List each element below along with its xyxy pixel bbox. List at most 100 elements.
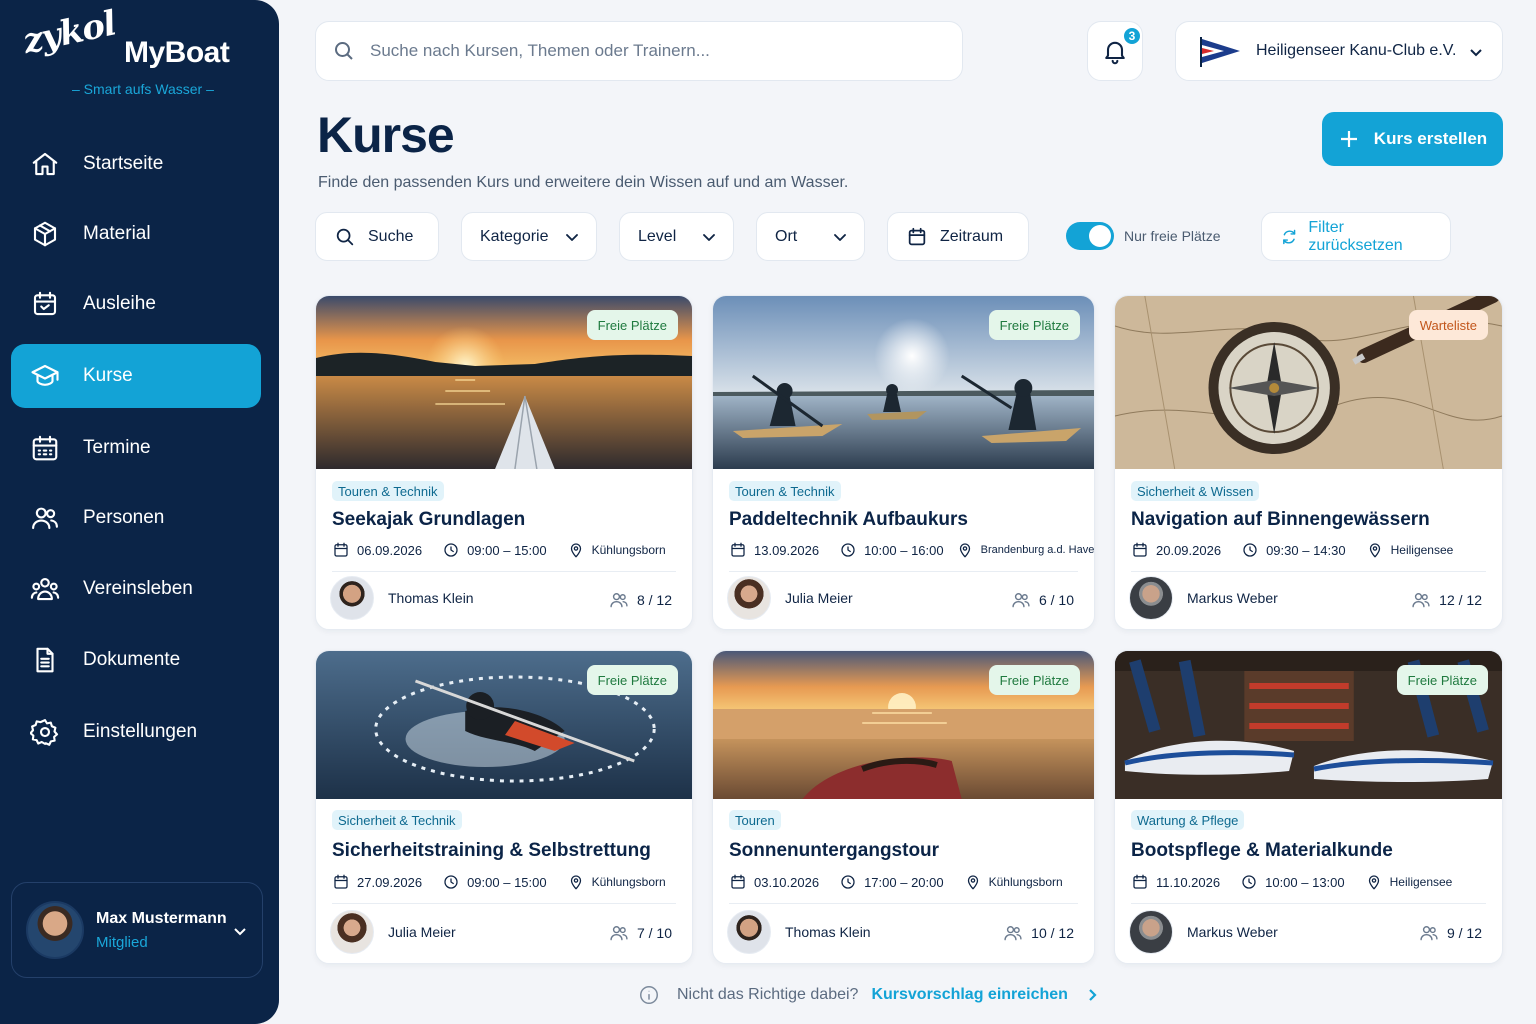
- clock-icon: [444, 875, 458, 889]
- seats: 7 / 10: [609, 923, 672, 943]
- course-title: Sonnenuntergangstour: [729, 840, 940, 861]
- app-logo[interactable]: zykol MyBoat – Smart aufs Wasser –: [20, 3, 256, 102]
- sidebar-item-label: Termine: [83, 437, 151, 458]
- divider: [1131, 903, 1486, 904]
- course-time: 10:00 – 16:00: [839, 541, 944, 559]
- calendar-icon: [731, 542, 745, 557]
- only-free-toggle[interactable]: [1066, 222, 1114, 250]
- course-time: 17:00 – 20:00: [839, 873, 944, 891]
- category-tag: Sicherheit & Technik: [332, 810, 462, 830]
- course-card[interactable]: Freie Plätze Touren & Technik Seekajak G…: [315, 295, 693, 630]
- suggest-course-link[interactable]: Kursvorschlag einreichen: [871, 986, 1068, 1004]
- chevron-right-icon[interactable]: [1084, 987, 1100, 1003]
- course-card[interactable]: Freie Plätze Touren Sonnenuntergangstour…: [712, 650, 1095, 964]
- course-image: Warteliste: [1115, 296, 1502, 469]
- status-badge: Freie Plätze: [586, 665, 678, 695]
- course-location-value: Kühlungsborn: [591, 543, 666, 557]
- sidebar: zykol MyBoat – Smart aufs Wasser – Start…: [0, 0, 279, 1024]
- location-pin-icon: [1369, 543, 1380, 558]
- course-card[interactable]: Freie Plätze Touren & Technik Paddeltech…: [712, 295, 1095, 630]
- users-icon: [1004, 926, 1022, 941]
- divider: [1131, 571, 1486, 572]
- filter-level[interactable]: Level: [619, 212, 734, 261]
- trainer: Julia Meier: [330, 910, 456, 954]
- users-icon: [29, 502, 61, 534]
- course-date-value: 03.10.2026: [754, 874, 820, 890]
- course-meta: 20.09.2026 09:30 – 14:30 Heiligensee: [1131, 541, 1473, 559]
- seats: 10 / 12: [1003, 923, 1074, 943]
- sidebar-item-material[interactable]: Material: [11, 202, 261, 266]
- category-tag: Wartung & Pflege: [1131, 810, 1245, 830]
- sidebar-item-personen[interactable]: Personen: [11, 486, 261, 550]
- home-icon: [29, 148, 61, 180]
- filter-search[interactable]: Suche: [315, 212, 439, 261]
- users-icon: [610, 926, 628, 941]
- filter-category-label: Kategorie: [480, 227, 549, 245]
- logo-script: zykol: [19, 3, 120, 62]
- sidebar-item-label: Ausleihe: [83, 293, 156, 314]
- trainer-name: Thomas Klein: [388, 590, 474, 606]
- reset-filters-button[interactable]: Filter zurücksetzen: [1261, 212, 1451, 261]
- sidebar-item-vereinsleben[interactable]: Vereinsleben: [11, 557, 261, 621]
- avatar: [26, 901, 84, 959]
- create-course-label: Kurs erstellen: [1373, 129, 1488, 148]
- course-meta: 06.09.2026 09:00 – 15:00 Kühlungsborn: [332, 541, 686, 559]
- course-card[interactable]: Freie Plätze Wartung & Pflege Bootspfleg…: [1114, 650, 1503, 964]
- chevron-down-icon: [232, 923, 248, 944]
- category-tag: Touren: [729, 810, 781, 830]
- filter-category[interactable]: Kategorie: [461, 212, 597, 261]
- info-icon: [640, 986, 658, 1004]
- sidebar-item-kurse[interactable]: Kurse: [11, 344, 261, 408]
- course-location: Heiligensee: [1365, 873, 1453, 891]
- chevron-down-icon: [1468, 44, 1484, 65]
- course-location: Kühlungsborn: [567, 873, 666, 891]
- seats-value: 9 / 12: [1446, 925, 1482, 941]
- sidebar-item-label: Dokumente: [83, 649, 181, 670]
- sidebar-item-label: Personen: [83, 507, 165, 528]
- chevron-down-icon: [703, 234, 715, 241]
- course-time-value: 17:00 – 20:00: [864, 874, 944, 890]
- trainer: Markus Weber: [1129, 910, 1278, 954]
- course-time-value: 09:30 – 14:30: [1266, 542, 1346, 558]
- only-free-filter: Nur freie Plätze: [1066, 222, 1220, 250]
- location-pin-icon: [570, 875, 581, 890]
- sidebar-item-dokumente[interactable]: Dokumente: [11, 628, 261, 692]
- notifications-button[interactable]: 3: [1087, 21, 1143, 81]
- sidebar-item-startseite[interactable]: Startseite: [11, 132, 261, 196]
- category-tag: Touren & Technik: [332, 481, 444, 501]
- course-location-value: Brandenburg a.d. Havel: [980, 544, 1095, 556]
- sidebar-item-ausleihe[interactable]: Ausleihe: [11, 272, 261, 336]
- filter-location[interactable]: Ort: [756, 212, 865, 261]
- course-card[interactable]: Freie Plätze Sicherheit & Technik Sicher…: [315, 650, 693, 964]
- club-name: Heiligenseer Kanu-Club e.V.: [1256, 42, 1457, 59]
- club-selector[interactable]: Heiligenseer Kanu-Club e.V.: [1175, 21, 1503, 81]
- user-menu[interactable]: Max Mustermann Mitglied: [11, 882, 263, 978]
- course-time: 10:00 – 13:00: [1240, 873, 1345, 891]
- course-meta: 03.10.2026 17:00 – 20:00 Kühlungsborn: [729, 873, 1083, 891]
- trainer-name: Julia Meier: [388, 924, 456, 940]
- course-meta: 13.09.2026 10:00 – 16:00 Brandenburg a.d…: [729, 541, 1095, 559]
- category-tag: Sicherheit & Wissen: [1131, 481, 1260, 501]
- avatar: [330, 910, 374, 954]
- course-time: 09:00 – 15:00: [442, 541, 547, 559]
- sidebar-item-einstellungen[interactable]: Einstellungen: [11, 700, 261, 764]
- divider: [729, 571, 1078, 572]
- course-date: 11.10.2026: [1131, 873, 1220, 891]
- course-time-value: 09:00 – 15:00: [467, 874, 547, 890]
- clock-icon: [1242, 875, 1256, 889]
- users-icon: [1420, 926, 1438, 941]
- course-time: 09:30 – 14:30: [1241, 541, 1346, 559]
- users-icon: [1412, 593, 1430, 608]
- create-course-button[interactable]: Kurs erstellen: [1322, 112, 1503, 166]
- avatar: [330, 576, 374, 620]
- calendar-icon: [908, 227, 926, 245]
- sidebar-item-termine[interactable]: Termine: [11, 416, 261, 480]
- search-input[interactable]: [370, 41, 930, 61]
- course-location-value: Heiligensee: [1389, 875, 1453, 889]
- course-card[interactable]: Warteliste Sicherheit & Wissen Navigatio…: [1114, 295, 1503, 630]
- avatar: [727, 910, 771, 954]
- course-date-value: 13.09.2026: [754, 542, 820, 558]
- filter-period[interactable]: Zeitraum: [887, 212, 1029, 261]
- status-badge: Freie Plätze: [586, 310, 678, 340]
- course-suggestion-hint: Nicht das Richtige dabei? Kursvorschlag …: [638, 984, 1100, 1006]
